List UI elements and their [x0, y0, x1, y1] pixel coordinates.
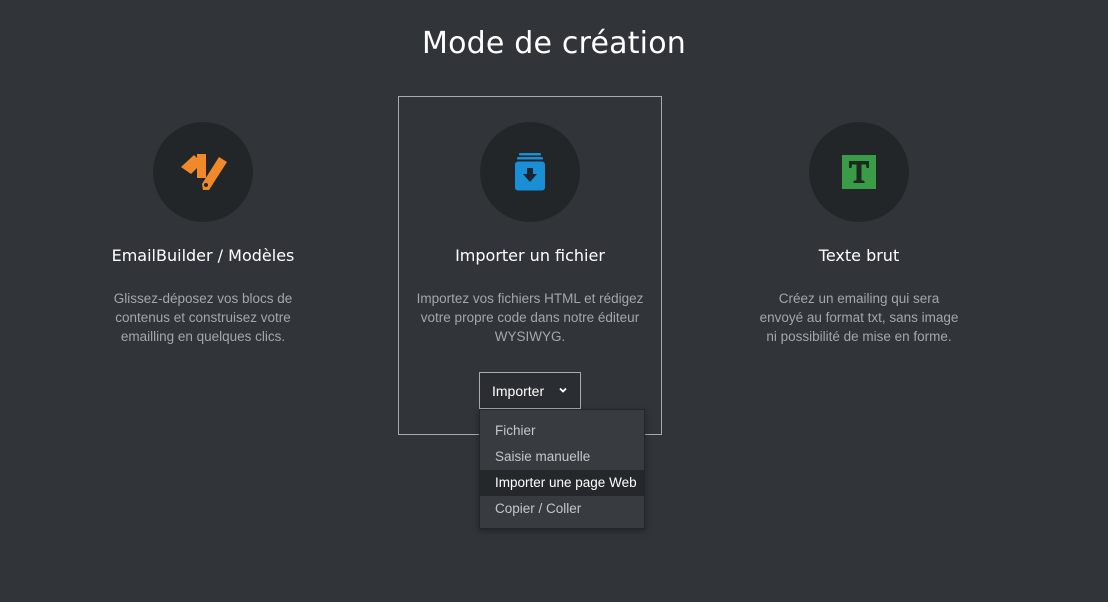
menu-item-copier-coller[interactable]: Copier / Coller: [480, 496, 644, 522]
icon-circle: [480, 122, 580, 222]
card-title: Importer un fichier: [455, 246, 605, 265]
swatch-palette-icon: [181, 154, 227, 190]
card-title: Texte brut: [818, 246, 900, 265]
card-description: Importez vos fichiers HTML et rédigez vo…: [416, 291, 644, 344]
card-plain-text[interactable]: Texte brut Créez un emailing qui sera en…: [727, 96, 991, 435]
menu-item-fichier[interactable]: Fichier: [480, 418, 644, 444]
text-t-icon: [842, 155, 876, 189]
card-description: Glissez-déposez vos blocs de contenus et…: [113, 291, 293, 344]
import-dropdown-menu: Fichier Saisie manuelle Importer une pag…: [479, 409, 645, 529]
card-title: EmailBuilder / Modèles: [111, 246, 295, 265]
import-dropdown-button[interactable]: Importer: [479, 372, 581, 409]
card-description: Créez un emailing qui sera envoyé au for…: [759, 291, 959, 344]
menu-item-saisie-manuelle[interactable]: Saisie manuelle: [480, 444, 644, 470]
page-title: Mode de création: [422, 26, 686, 61]
import-button-label: Importer: [492, 382, 545, 399]
icon-circle: [809, 122, 909, 222]
chevron-down-icon: [559, 387, 567, 393]
icon-circle: [153, 122, 253, 222]
card-import[interactable]: Importer un fichier Importez vos fichier…: [398, 96, 662, 435]
menu-item-importer-page-web[interactable]: Importer une page Web: [480, 470, 644, 496]
card-emailbuilder[interactable]: EmailBuilder / Modèles Glissez-déposez v…: [71, 96, 335, 435]
import-inbox-icon: [515, 153, 545, 191]
